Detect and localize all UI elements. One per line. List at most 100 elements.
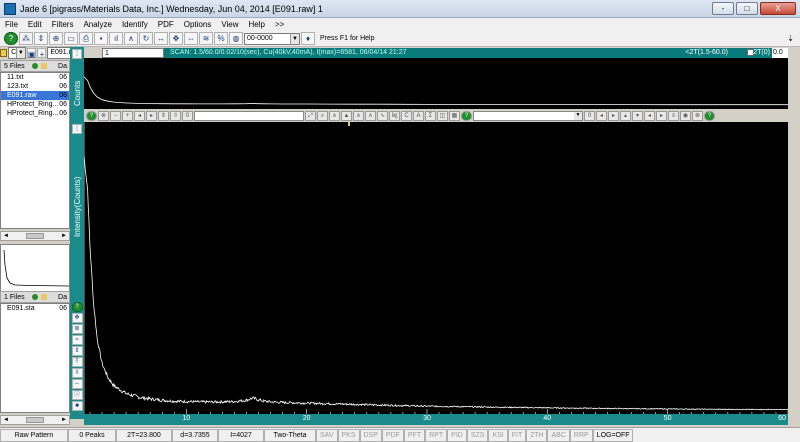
sort-icon[interactable]: ⇕: [34, 32, 48, 45]
help-icon[interactable]: ?: [86, 110, 97, 121]
list-item[interactable]: 11.txt 06: [1, 73, 69, 82]
list-item[interactable]: HProtect_Ring... 06: [1, 109, 69, 118]
text-icon[interactable]: A: [413, 110, 424, 121]
right-icon[interactable]: ▸: [656, 110, 667, 121]
menu-help[interactable]: Help: [244, 20, 270, 29]
bars-icon[interactable]: ▲: [341, 110, 352, 121]
status-flag-dsp[interactable]: DSP: [359, 428, 382, 442]
zoom-icon[interactable]: ⊕: [49, 32, 63, 45]
grid-icon[interactable]: ▦: [449, 110, 460, 121]
pattern-icon[interactable]: ≋: [199, 32, 213, 45]
pdf-search-icon[interactable]: ◍: [229, 32, 243, 45]
minimize-button[interactable]: -: [712, 2, 734, 15]
menu-view[interactable]: View: [216, 20, 243, 29]
help-icon[interactable]: ?: [4, 32, 18, 45]
up-icon[interactable]: ▴: [620, 110, 631, 121]
counter-icon[interactable]: 0: [182, 110, 193, 121]
green-icon[interactable]: [31, 294, 38, 300]
minus-icon[interactable]: −: [110, 110, 121, 121]
left-icon[interactable]: ◂: [644, 110, 655, 121]
scroll-left-icon[interactable]: ◄: [3, 417, 9, 423]
chevron-down-icon[interactable]: ▼: [15, 48, 25, 58]
main-menu-icon[interactable]: ⋮: [72, 124, 82, 134]
status-flag-pks[interactable]: PKS: [337, 428, 360, 442]
green-icon[interactable]: [31, 63, 38, 69]
percent-icon[interactable]: %: [214, 32, 228, 45]
status-flag-fit[interactable]: FIT: [507, 428, 527, 442]
twotheta-input[interactable]: 0.0: [772, 48, 788, 58]
list-icon[interactable]: ≣: [71, 324, 83, 334]
help-icon[interactable]: ?: [704, 110, 715, 121]
peaks-cd-icon[interactable]: ∧: [365, 110, 376, 121]
bar-chart-icon[interactable]: ıl: [109, 32, 123, 45]
close-icon[interactable]: ⊗: [98, 110, 109, 121]
compress-icon[interactable]: ⇳: [170, 110, 181, 121]
peaks-ab-icon[interactable]: ∧: [353, 110, 364, 121]
chevron-down-icon[interactable]: ▼: [574, 111, 582, 120]
print-icon[interactable]: ⎙: [79, 32, 93, 45]
refresh-icon[interactable]: ↻: [139, 32, 153, 45]
info-icon[interactable]: ⓘ: [71, 390, 83, 400]
sort-icon[interactable]: ⇕: [71, 346, 83, 356]
scroll-right-icon[interactable]: ►: [61, 233, 67, 239]
status-flag-sav[interactable]: SAV: [316, 428, 338, 442]
step-left2-icon[interactable]: ◂: [596, 110, 607, 121]
drop-icon[interactable]: ♦: [301, 32, 315, 45]
folder-icon[interactable]: [0, 49, 8, 57]
sigma-icon[interactable]: Σ: [425, 110, 436, 121]
calibrate-icon[interactable]: C: [401, 110, 412, 121]
pdf-number-select[interactable]: 00-0000 ▼: [244, 32, 300, 45]
status-flag-pdf[interactable]: PDF: [381, 428, 404, 442]
status-flag-2th[interactable]: 2TH: [526, 428, 548, 442]
expand-icon[interactable]: ⇕: [158, 110, 169, 121]
peak-icon[interactable]: ∧: [329, 110, 340, 121]
down-icon[interactable]: ▾: [632, 110, 643, 121]
menu-file[interactable]: File: [0, 20, 23, 29]
status-flag-pft[interactable]: PFT: [403, 428, 426, 442]
counter2-icon[interactable]: 0: [584, 110, 595, 121]
status-flag-pid[interactable]: PID: [447, 428, 467, 442]
field-input[interactable]: 1: [102, 48, 164, 58]
menu-analyze[interactable]: Analyze: [78, 20, 116, 29]
status-flag-rpt[interactable]: RPT: [425, 428, 448, 442]
help-icon[interactable]: ?: [461, 110, 472, 121]
sta-list-scrollbar[interactable]: ◄ ►: [0, 415, 70, 425]
menu-options[interactable]: Options: [179, 20, 217, 29]
stop-icon[interactable]: ■: [71, 401, 83, 411]
move-icon[interactable]: ↔: [154, 32, 168, 45]
list-item[interactable]: E091.raw 06: [1, 91, 69, 100]
close-button[interactable]: X: [760, 2, 796, 15]
list-item[interactable]: E091.sta 06: [1, 304, 69, 313]
menu-more[interactable]: >>: [270, 20, 289, 29]
status-log[interactable]: LOG=OFF: [592, 428, 633, 442]
split-icon[interactable]: ⇔: [184, 32, 198, 45]
target-select[interactable]: Cu ▼: [8, 47, 26, 59]
status-flag-abc[interactable]: ABC: [547, 428, 570, 442]
log-icon[interactable]: ㏒: [389, 110, 400, 121]
list-item[interactable]: 123.txt 06: [1, 82, 69, 91]
scroll-thumb[interactable]: [26, 417, 44, 423]
plus-icon[interactable]: +: [122, 110, 133, 121]
step-right-icon[interactable]: ▸: [146, 110, 157, 121]
peaks-icon[interactable]: ∧: [124, 32, 138, 45]
wave-icon[interactable]: ≈: [71, 335, 83, 345]
cross-arrows-icon[interactable]: ✥: [169, 32, 183, 45]
menu-filters[interactable]: Filters: [47, 20, 79, 29]
folder-icon[interactable]: [40, 294, 47, 300]
updown-icon[interactable]: ⇳: [71, 368, 83, 378]
list-item[interactable]: HProtect_Ring... 06: [1, 100, 69, 109]
status-flag-rrp[interactable]: RRP: [569, 428, 593, 442]
folder-icon[interactable]: [40, 63, 47, 69]
pattern-name-field[interactable]: [194, 110, 304, 121]
open-folder-icon[interactable]: ▭: [64, 32, 78, 45]
menu-pdf[interactable]: PDF: [153, 20, 179, 29]
shade-icon[interactable]: ◫: [437, 110, 448, 121]
scroll-right-icon[interactable]: ►: [61, 417, 67, 423]
chevron-down-icon[interactable]: ▼: [290, 33, 299, 44]
save-icon[interactable]: ▪: [94, 32, 108, 45]
zoom-x-icon[interactable]: ⤢: [305, 110, 316, 121]
target-icon[interactable]: ◉: [680, 110, 691, 121]
magnifier-icon[interactable]: ⌕: [317, 110, 328, 121]
peak-search-icon[interactable]: ⁂: [19, 32, 33, 45]
file-list-scrollbar[interactable]: ◄ ►: [0, 231, 70, 241]
